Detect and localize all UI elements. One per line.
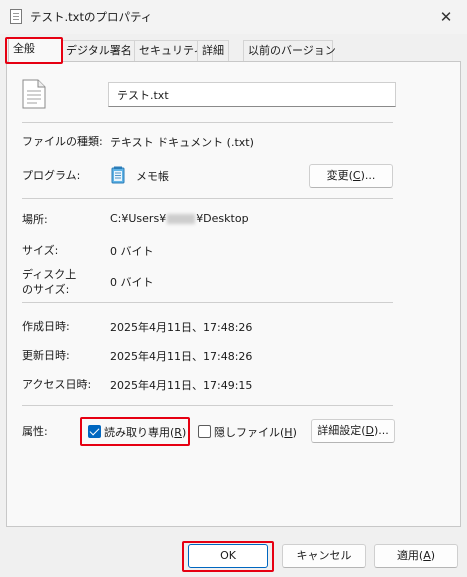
attributes-label: 属性: [22,425,48,438]
advanced-button[interactable]: 詳細設定(D)... [311,419,395,443]
disk-size-label: ディスク上 のサイズ: [22,268,77,296]
divider [22,405,393,406]
created-value: 2025年4月11日、17:48:26 [110,321,253,334]
title-bar: テスト.txtのプロパティ ✕ [0,0,467,34]
readonly-label[interactable]: 読み取り専用(R) [104,424,186,440]
filename-field[interactable]: テスト.txt [108,82,396,107]
change-program-button[interactable]: 変更(C)... [309,164,393,188]
tab-previous-versions[interactable]: 以前のバージョン [243,40,336,62]
tab-details[interactable]: 詳細 [197,40,229,62]
text-file-icon [10,9,22,24]
size-value: 0 バイト [110,245,154,258]
disk-size-value: 0 バイト [110,276,154,289]
file-type-label: ファイルの種類: [22,135,103,148]
tab-digital-signature[interactable]: デジタル署名 [61,40,135,62]
divider [22,122,393,123]
hidden-checkbox[interactable] [198,425,211,438]
window-title: テスト.txtのプロパティ [30,10,153,24]
location-label: 場所: [22,213,48,226]
size-label: サイズ: [22,244,59,257]
program-value: メモ帳 [136,170,169,183]
divider [22,302,393,303]
accessed-value: 2025年4月11日、17:49:15 [110,379,253,392]
program-label: プログラム: [22,169,81,182]
created-label: 作成日時: [22,320,70,333]
readonly-checkbox[interactable] [88,425,101,438]
tab-security[interactable]: セキュリティ [134,40,204,62]
ok-button[interactable]: OK [188,544,268,568]
apply-button[interactable]: 適用(A) [374,544,458,568]
tab-general[interactable]: 全般 [8,38,62,63]
tab-strip: 全般 デジタル署名 セキュリティ 詳細 以前のバージョン [6,38,461,63]
hidden-label[interactable]: 隠しファイル(H) [214,424,297,440]
modified-value: 2025年4月11日、17:48:26 [110,350,253,363]
modified-label: 更新日時: [22,349,70,362]
location-value: C:¥Users¥ ¥Desktop [110,212,249,225]
accessed-label: アクセス日時: [22,378,92,391]
cancel-button[interactable]: キャンセル [282,544,366,568]
notepad-icon [111,166,125,184]
divider [22,198,393,199]
redacted-username [167,214,196,224]
file-type-value: テキスト ドキュメント (.txt) [110,136,254,149]
close-icon[interactable]: ✕ [435,6,457,28]
text-document-icon [22,79,46,109]
